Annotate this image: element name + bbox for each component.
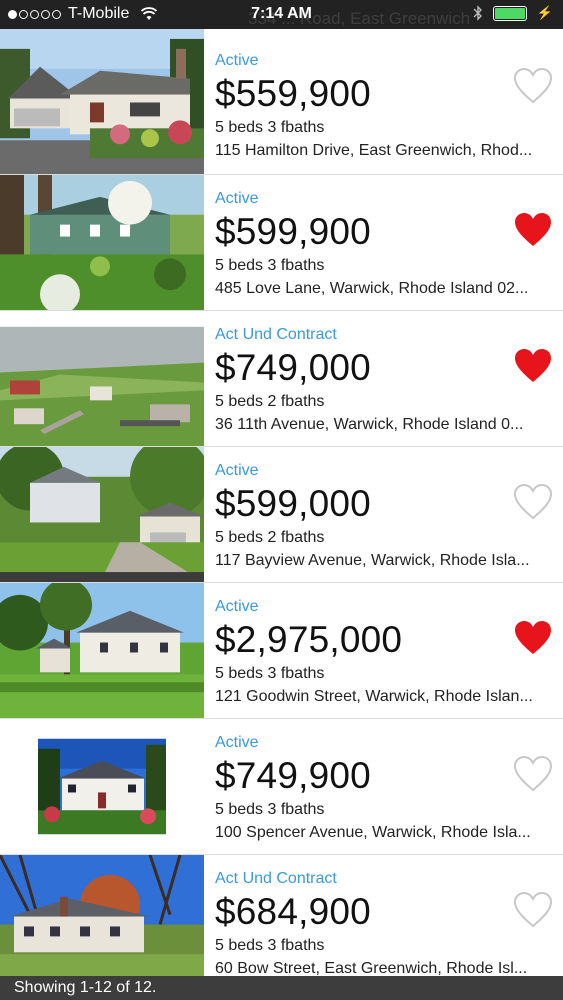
listing-price: $599,000 <box>215 483 371 524</box>
listing-status: Act Und Contract <box>215 870 337 887</box>
listing-status: Active <box>215 52 259 69</box>
listing-address: 60 Bow Street, East Greenwich, Rhode Isl… <box>215 960 528 976</box>
listing-address: 36 11th Avenue, Warwick, Rhode Island 0.… <box>215 416 524 433</box>
colonial-house-photo[interactable] <box>0 719 204 854</box>
results-count-footer: Showing 1-12 of 12. <box>0 976 563 1000</box>
listing-row[interactable]: Active $599,000 5 beds 2 fbaths 117 Bayv… <box>0 447 563 583</box>
battery-fill <box>494 7 525 19</box>
listing-beds-baths: 5 beds 2 fbaths <box>215 529 325 546</box>
listing-beds-baths: 5 beds 3 fbaths <box>215 801 325 818</box>
listing-price: $2,975,000 <box>215 619 403 660</box>
listing-price: $599,900 <box>215 211 371 252</box>
listing-row[interactable]: Active $559,900 5 beds 3 fbaths 115 Hami… <box>0 29 563 175</box>
estate-lawn-photo[interactable] <box>0 583 204 718</box>
listing-address: 100 Spencer Avenue, Warwick, Rhode Isla.… <box>215 824 531 841</box>
favorite-heart-icon[interactable] <box>513 619 553 657</box>
wooded-house-photo[interactable] <box>0 447 204 582</box>
status-right-group: ⚡ <box>473 5 553 21</box>
listing-address: 121 Goodwin Street, Warwick, Rhode Islan… <box>215 688 533 705</box>
tudor-house-photo[interactable] <box>0 29 204 174</box>
listing-status: Active <box>215 598 259 615</box>
listing-address: 485 Love Lane, Warwick, Rhode Island 02.… <box>215 280 529 297</box>
favorite-heart-icon[interactable] <box>513 755 553 793</box>
listing-row[interactable]: Act Und Contract $684,900 5 beds 3 fbath… <box>0 855 563 976</box>
listing-price: $749,000 <box>215 347 371 388</box>
favorite-heart-icon[interactable] <box>513 483 553 521</box>
listing-list[interactable]: Active $559,900 5 beds 3 fbaths 115 Hami… <box>0 29 563 976</box>
listing-address: 115 Hamilton Drive, East Greenwich, Rhod… <box>215 142 533 159</box>
listing-beds-baths: 5 beds 3 fbaths <box>215 257 325 274</box>
green-house-garden-photo[interactable] <box>0 175 204 310</box>
favorite-heart-icon[interactable] <box>513 891 553 929</box>
listing-address: 117 Bayview Avenue, Warwick, Rhode Isla.… <box>215 552 530 569</box>
listing-beds-baths: 5 beds 2 fbaths <box>215 393 325 410</box>
listing-price: $559,900 <box>215 73 371 114</box>
favorite-heart-icon[interactable] <box>513 347 553 385</box>
listing-status: Active <box>215 734 259 751</box>
listing-row[interactable]: Active $749,900 5 beds 3 fbaths 100 Spen… <box>0 719 563 855</box>
favorite-heart-icon[interactable] <box>513 211 553 249</box>
listing-price: $749,900 <box>215 755 371 796</box>
listing-beds-baths: 5 beds 3 fbaths <box>215 665 325 682</box>
listing-row[interactable]: Active $2,975,000 5 beds 3 fbaths 121 Go… <box>0 583 563 719</box>
listing-status: Act Und Contract <box>215 326 337 343</box>
listing-price: $684,900 <box>215 891 371 932</box>
listing-beds-baths: 5 beds 3 fbaths <box>215 937 325 954</box>
listing-row[interactable]: Act Und Contract $749,000 5 beds 2 fbath… <box>0 311 563 447</box>
listing-status: Active <box>215 462 259 479</box>
listing-status: Active <box>215 190 259 207</box>
listing-beds-baths: 5 beds 3 fbaths <box>215 119 325 136</box>
aerial-waterfront-photo[interactable] <box>0 311 204 446</box>
favorite-heart-icon[interactable] <box>513 67 553 105</box>
status-bar: 334 ... Road, East Greenwich T-Mobile 7:… <box>0 0 563 29</box>
listing-row[interactable]: Active $599,900 5 beds 3 fbaths 485 Love… <box>0 175 563 311</box>
bluetooth-icon <box>473 5 482 21</box>
charging-icon: ⚡ <box>536 5 553 20</box>
winter-house-photo[interactable] <box>0 855 204 976</box>
battery-icon <box>492 5 527 21</box>
